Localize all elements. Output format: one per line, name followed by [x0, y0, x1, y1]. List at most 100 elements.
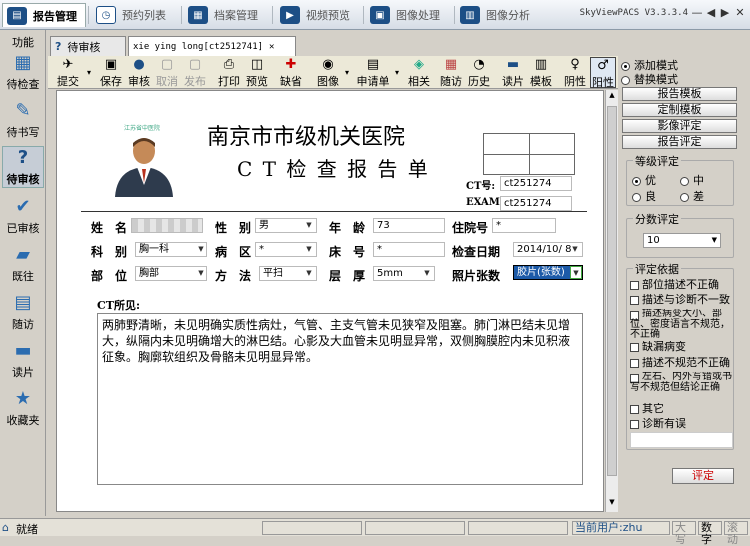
- next-icon[interactable]: ▶: [718, 5, 732, 21]
- template-button[interactable]: ▥ 模板: [528, 57, 554, 88]
- grade-excellent-radio[interactable]: 优: [632, 172, 656, 188]
- tab-appointment-list[interactable]: ◷ 预约列表: [96, 3, 166, 27]
- chevron-down-icon[interactable]: ▼: [303, 243, 315, 256]
- exam-label: EXAM:: [466, 197, 504, 208]
- score-select[interactable]: 10 ▼: [643, 233, 721, 248]
- sidebar-item-history[interactable]: ▰ 既往: [2, 244, 44, 284]
- report-scrollbar[interactable]: ▲ ▼: [605, 90, 618, 512]
- clock-icon: ◷: [96, 6, 116, 24]
- help-icon: ?: [55, 40, 62, 53]
- tab-image-analysis[interactable]: ▥ 图像分析: [460, 3, 530, 27]
- sidebar-item-pending-exam[interactable]: ▦ 待检查: [2, 52, 44, 92]
- submit-dropdown-button[interactable]: ▾: [84, 57, 94, 88]
- chart-icon: ▥: [460, 6, 480, 24]
- barcode-box: [483, 133, 575, 175]
- preview-button[interactable]: ◫ 预览: [244, 57, 270, 88]
- replace-mode-radio[interactable]: 替换模式: [621, 71, 678, 87]
- top-tab-bar: ▤ 报告管理 ◷ 预约列表 ▦ 档案管理 ▶ 视频预览 ▣ 图像处理 ▥ 图像分析 SkyV…: [0, 0, 750, 30]
- chevron-down-icon[interactable]: ▼: [303, 219, 315, 232]
- sidebar-item-pending-write[interactable]: ✎ 待书写: [2, 100, 44, 140]
- report-evaluation-button[interactable]: 报告评定: [622, 135, 737, 149]
- negative-button[interactable]: ♀ 阴性: [562, 57, 588, 88]
- chevron-down-icon[interactable]: ▼: [569, 243, 581, 256]
- images-button[interactable]: ◉ 图像: [314, 57, 342, 88]
- tab-image-processing[interactable]: ▣ 图像处理: [370, 3, 440, 27]
- custom-template-button[interactable]: 定制模板: [622, 103, 737, 117]
- findings-textarea[interactable]: 两肺野清晰，未见明确实质性病灶，气管、主支气管未见狭窄及阻塞。肺门淋巴结未见增大…: [97, 313, 583, 485]
- related-button[interactable]: ◈ 相关: [406, 57, 432, 88]
- sidebar-item-followup[interactable]: ▤ 随访: [2, 292, 44, 332]
- print-button[interactable]: ⎙ 打印: [216, 57, 242, 88]
- criteria-item[interactable]: 诊断有误: [630, 418, 735, 429]
- criteria-item[interactable]: 其它: [630, 403, 735, 414]
- report-title: C T 检 查 报 告 单: [237, 157, 430, 181]
- part-label: 部 位: [91, 269, 128, 283]
- request-form-dropdown-button[interactable]: ▾: [392, 57, 402, 88]
- request-form-button[interactable]: ▤ 申请单: [354, 57, 392, 88]
- tab-archive-management[interactable]: ▦ 档案管理: [188, 3, 258, 27]
- tab-video-preview[interactable]: ▶ 视频预览: [280, 3, 350, 27]
- inpatient-field[interactable]: *: [492, 218, 556, 233]
- criteria-note-input[interactable]: [630, 432, 733, 448]
- history-button[interactable]: ◔ 历史: [466, 57, 492, 88]
- chevron-down-icon[interactable]: ▼: [195, 243, 207, 256]
- criteria-item[interactable]: 描述不规范不正确: [630, 357, 735, 368]
- criteria-item[interactable]: 描述与诊断不一致: [630, 294, 735, 305]
- positive-button[interactable]: ♂ 阳性: [590, 57, 616, 89]
- image-icon: ▣: [370, 6, 390, 24]
- history-icon: ◔: [473, 57, 485, 72]
- exam-field[interactable]: ct251274: [500, 196, 572, 211]
- save-button[interactable]: ▣ 保存: [98, 57, 124, 88]
- followup-button[interactable]: ▦ 随访: [438, 57, 464, 88]
- grade-good-radio[interactable]: 良: [632, 188, 656, 204]
- criteria-item[interactable]: 部位描述不正确: [630, 279, 735, 290]
- scroll-down-icon[interactable]: ▼: [607, 498, 617, 510]
- minimize-button[interactable]: —: [690, 5, 704, 21]
- grade-medium-radio[interactable]: 中: [680, 172, 704, 188]
- criteria-item[interactable]: 缺漏病变: [630, 341, 735, 352]
- read-button[interactable]: ▬ 读片: [500, 57, 526, 88]
- ct-number-field[interactable]: ct251274: [500, 176, 572, 191]
- evaluate-button[interactable]: 评定: [672, 468, 734, 484]
- status-panel: [262, 521, 362, 535]
- sex-label: 性 别: [215, 221, 252, 235]
- scroll-up-icon[interactable]: ▲: [607, 91, 617, 103]
- grade-poor-radio[interactable]: 差: [680, 188, 704, 204]
- publish-button[interactable]: ▢ 发布: [182, 57, 208, 88]
- tab-report-management[interactable]: ▤ 报告管理: [2, 3, 86, 27]
- doc-tab-patient[interactable]: xie ying long[ct2512741] ✕: [128, 36, 296, 56]
- report-template-button[interactable]: 报告模板: [622, 87, 737, 101]
- sidebar-item-favorites[interactable]: ★ 收藏夹: [2, 388, 44, 428]
- doc-tab-pending-review[interactable]: ? 待审核: [50, 36, 126, 56]
- images-icon: ◉: [322, 57, 334, 72]
- criteria-item[interactable]: 左右、内外写错或书写不规范但结论正确: [630, 372, 735, 402]
- images-dropdown-button[interactable]: ▾: [342, 57, 352, 88]
- related-icon: ◈: [414, 57, 424, 72]
- grade-title: 等级评定: [633, 153, 681, 169]
- cancel-button[interactable]: ▢ 取消: [154, 57, 180, 88]
- preview-icon: ◫: [250, 57, 264, 72]
- sidebar-item-pending-review[interactable]: ? 待审核: [2, 146, 44, 188]
- default-icon: ✚: [285, 57, 297, 72]
- status-panel: [365, 521, 465, 535]
- age-field[interactable]: 73: [373, 218, 445, 233]
- chevron-down-icon[interactable]: ▼: [421, 267, 433, 280]
- chevron-down-icon[interactable]: ▼: [570, 266, 582, 279]
- close-button[interactable]: ✕: [733, 5, 747, 21]
- close-icon[interactable]: ✕: [269, 42, 274, 52]
- chevron-down-icon[interactable]: ▼: [303, 267, 315, 280]
- chevron-down-icon[interactable]: ▼: [195, 267, 207, 280]
- scroll-thumb[interactable]: [607, 106, 617, 476]
- audit-button[interactable]: ● 审核: [126, 57, 152, 88]
- sidebar-item-reading[interactable]: ▬ 读片: [2, 340, 44, 380]
- image-evaluation-button[interactable]: 影像评定: [622, 119, 737, 133]
- sidebar-header: 功能: [12, 36, 34, 49]
- bed-field[interactable]: *: [373, 242, 445, 257]
- patient-name-field[interactable]: [131, 218, 203, 233]
- submit-button[interactable]: ✈ 提交: [52, 57, 84, 88]
- sidebar-item-reviewed[interactable]: ✔ 已审核: [2, 196, 44, 236]
- previous-icon[interactable]: ◀: [704, 5, 718, 21]
- default-button[interactable]: ✚ 缺省: [278, 57, 304, 88]
- criteria-item[interactable]: 描述病变大小、部位、密度语言不规范，不正确: [630, 309, 735, 341]
- header-divider: [81, 211, 587, 212]
